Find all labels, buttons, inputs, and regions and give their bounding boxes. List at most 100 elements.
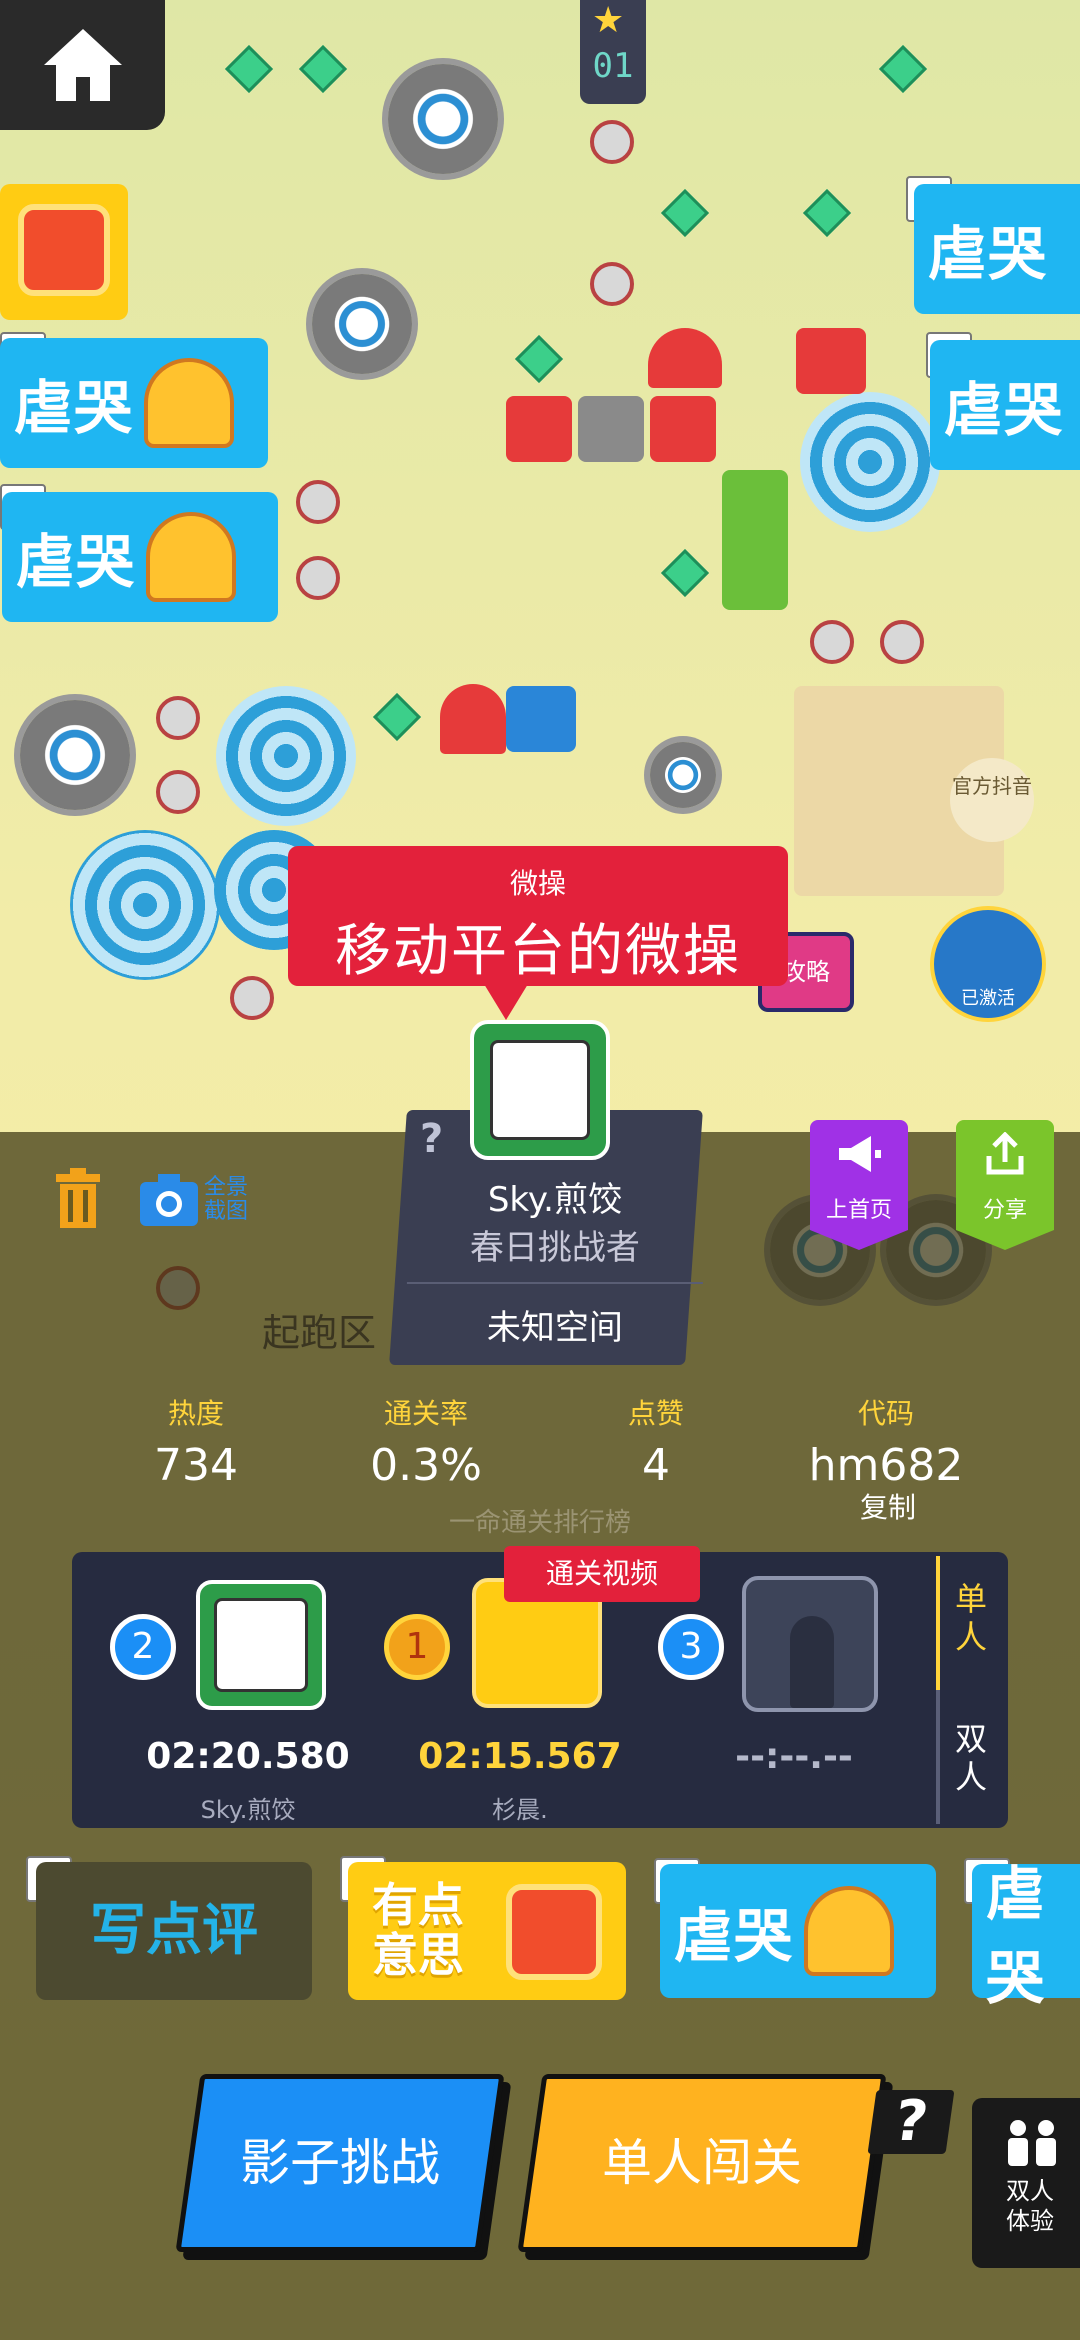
rank-badge-3: 3 (658, 1614, 724, 1680)
trash-icon[interactable] (52, 1168, 104, 1232)
sticker-cry-label: 虐哭 (986, 1860, 1047, 2012)
screenshot-label: 全景截图 (204, 1175, 249, 1224)
mushroom (440, 684, 506, 754)
leaderboard-name: 杉晨. (492, 1796, 548, 1824)
grey-block (578, 396, 644, 462)
sticker-cry-label: 虐哭 (14, 374, 135, 442)
mode-indicator (936, 1556, 940, 1690)
activated-badge: 已激活 (930, 906, 1046, 1022)
leaderboard-time: 02:20.580 (146, 1736, 350, 1777)
red-block (650, 396, 716, 462)
stat-value: 0.3% (370, 1440, 482, 1491)
stat-label: 代码 (857, 1397, 914, 1430)
stat-label: 点赞 (627, 1397, 684, 1430)
spike-ball (880, 620, 924, 664)
duo-trial-button[interactable]: 双人体验 (972, 2098, 1080, 2268)
stat-heat: 热度 734 (76, 1392, 316, 1491)
spiral-portal (70, 830, 220, 980)
blue-block (506, 686, 576, 752)
sticker-cry-label: 虐哭 (928, 220, 1049, 288)
sticker-tomato (0, 184, 128, 320)
mode-single-tab[interactable]: 单人 (946, 1580, 996, 1656)
clear-video-tag[interactable]: 通关视频 (504, 1546, 700, 1602)
creator-name: Sky.煎饺 (487, 1180, 622, 1220)
spiral-portal (216, 686, 356, 826)
crying-face-icon (804, 1886, 895, 1976)
duo-trial-label: 双人体验 (1006, 2177, 1054, 2235)
share-label: 分享 (982, 1198, 1027, 1223)
crying-face-icon (146, 512, 237, 602)
stat-value: 734 (154, 1440, 238, 1491)
rank-badge-2: 2 (110, 1614, 176, 1680)
previous-page-button[interactable]: 上首页 (810, 1120, 908, 1250)
sticker-cry: 虐哭 (2, 492, 278, 622)
spike-ball (810, 620, 854, 664)
home-button[interactable] (0, 0, 165, 130)
saw-blade (650, 742, 716, 808)
spike-ball (156, 696, 200, 740)
spike-ball (590, 120, 634, 164)
leaderboard-avatar[interactable] (196, 1580, 326, 1710)
level-banner: 微操 移动平台的微操 (288, 846, 788, 1020)
leaderboard-name: Sky.煎饺 (200, 1796, 296, 1824)
sticker-cry: 虐哭 (660, 1864, 936, 1998)
creator-avatar[interactable] (470, 1020, 610, 1160)
two-players-icon (1008, 2120, 1056, 2166)
sticker-cry: 虐哭 (930, 340, 1080, 470)
sticker-interesting-label: 有点意思 (372, 1878, 464, 1982)
spike-ball (230, 976, 274, 1020)
sticker-cry-label: 虐哭 (944, 376, 1065, 444)
red-block (796, 328, 866, 394)
gem-icon (514, 334, 564, 384)
panorama-screenshot-button[interactable]: 全景截图 (140, 1174, 252, 1226)
saw-blade (388, 64, 498, 174)
saw-blade (20, 700, 130, 810)
stat-code[interactable]: 代码 hm682 (766, 1392, 1006, 1491)
tomato-icon (506, 1884, 602, 1980)
stat-label: 热度 (167, 1397, 224, 1430)
sticker-cry: 虐哭 (914, 184, 1080, 314)
gem-icon (372, 692, 422, 742)
spike-ball (156, 770, 200, 814)
shadow-challenge-button[interactable]: 影子挑战 (175, 2074, 505, 2252)
share-button[interactable]: 分享 (956, 1120, 1054, 1250)
gem-icon (298, 44, 348, 94)
gem-icon (802, 188, 852, 238)
creator-space: 未知空间 (486, 1308, 623, 1348)
solo-play-button[interactable]: 单人闯关 (517, 2074, 887, 2252)
mushroom (648, 328, 722, 388)
spike-ball (296, 556, 340, 600)
mode-double-tab[interactable]: 双人 (946, 1720, 996, 1796)
leaderboard-time: 02:15.567 (418, 1736, 622, 1777)
rank-badge-1: 1 (384, 1614, 450, 1680)
empty-avatar (742, 1576, 878, 1712)
gem-icon (878, 44, 928, 94)
level-category: 微操 (509, 867, 566, 900)
stat-value: hm682 (808, 1440, 964, 1491)
creator-rank: 春日挑战者 (469, 1228, 640, 1268)
share-icon (986, 1131, 1024, 1175)
red-block (506, 396, 572, 462)
solo-help-icon[interactable]: ? (867, 2089, 955, 2154)
stat-pass-rate: 通关率 0.3% (306, 1392, 546, 1491)
unknown-user-icon (790, 1616, 834, 1708)
spike-ball (590, 262, 634, 306)
gem-icon (224, 44, 274, 94)
stat-likes: 点赞 4 (536, 1392, 776, 1491)
stat-label: 通关率 (383, 1397, 468, 1430)
leaderboard-time: --:--.-- (735, 1736, 853, 1777)
gem-icon (660, 188, 710, 238)
official-douyin-badge[interactable]: 官方抖音 (950, 758, 1034, 842)
sticker-cry: 虐哭 (0, 338, 268, 468)
gem-icon (660, 548, 710, 598)
green-block (722, 470, 788, 610)
shadow-challenge-label: 影子挑战 (240, 2134, 440, 2192)
camera-icon (140, 1174, 198, 1226)
write-review-button[interactable]: 写点评 (36, 1862, 312, 2000)
level-title: 移动平台的微操 (335, 919, 741, 984)
spike-ball (296, 480, 340, 524)
help-icon[interactable]: ? (420, 1116, 443, 1162)
stat-value: 4 (642, 1440, 670, 1491)
divider (406, 1282, 703, 1284)
leaderboard-title: 一命通关排行榜 (448, 1508, 631, 1538)
